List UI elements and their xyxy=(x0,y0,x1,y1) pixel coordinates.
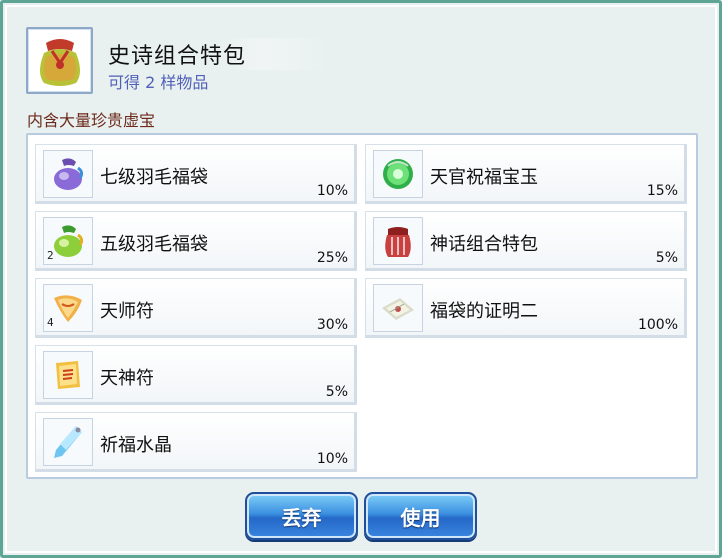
item-probability: 15% xyxy=(646,183,678,199)
item-name: 神话组合特包 xyxy=(430,234,538,255)
use-button[interactable]: 使用 xyxy=(364,492,477,540)
item-name: 七级羽毛福袋 xyxy=(100,167,208,188)
item-name: 天官祝福宝玉 xyxy=(430,167,538,188)
item-probability: 10% xyxy=(316,183,348,199)
item-probability: 30% xyxy=(316,317,348,333)
pack-subtitle: 可得 2 样物品 xyxy=(108,73,209,92)
contents-panel: 七级羽毛福袋 10% 天官祝福宝玉 15% 2 五级羽毛福袋 25% 神话组合特… xyxy=(26,133,698,479)
item-name: 天神符 xyxy=(100,368,154,389)
discard-button[interactable]: 丢弃 xyxy=(245,492,358,540)
red-bag-icon xyxy=(26,27,93,94)
list-item[interactable]: 福袋的证明二 100% xyxy=(365,278,687,338)
item-name: 祈福水晶 xyxy=(100,435,172,456)
item-probability: 100% xyxy=(637,317,678,333)
green-bag-icon: 2 xyxy=(43,217,93,265)
list-item[interactable]: 天官祝福宝玉 15% xyxy=(365,144,687,204)
scroll-icon xyxy=(43,351,93,399)
item-quantity: 4 xyxy=(47,316,54,329)
list-item[interactable]: 神话组合特包 5% xyxy=(365,211,687,271)
item-probability: 5% xyxy=(325,384,348,400)
list-item[interactable]: 2 五级羽毛福袋 25% xyxy=(35,211,357,271)
item-probability: 5% xyxy=(655,250,678,266)
item-pack-window: 史诗组合特包 可得 2 样物品 内含大量珍贵虚宝 七级羽毛福袋 10% 天官祝福… xyxy=(0,0,722,558)
list-item[interactable]: 七级羽毛福袋 10% xyxy=(35,144,357,204)
pack-note: 内含大量珍贵虚宝 xyxy=(27,111,156,130)
item-quantity: 2 xyxy=(47,249,54,262)
pack-title: 史诗组合特包 xyxy=(108,38,327,70)
list-item[interactable]: 天神符 5% xyxy=(35,345,357,405)
list-item[interactable]: 祈福水晶 10% xyxy=(35,412,357,472)
talisman-icon: 4 xyxy=(43,284,93,332)
item-probability: 25% xyxy=(316,250,348,266)
item-name: 福袋的证明二 xyxy=(430,301,538,322)
list-item[interactable]: 4 天师符 30% xyxy=(35,278,357,338)
crystal-icon xyxy=(43,418,93,466)
red-pack-icon xyxy=(373,217,423,265)
item-name: 天师符 xyxy=(100,301,154,322)
purple-bag-icon xyxy=(43,150,93,198)
item-probability: 10% xyxy=(316,451,348,467)
certificate-icon xyxy=(373,284,423,332)
item-name: 五级羽毛福袋 xyxy=(100,234,208,255)
green-orb-icon xyxy=(373,150,423,198)
